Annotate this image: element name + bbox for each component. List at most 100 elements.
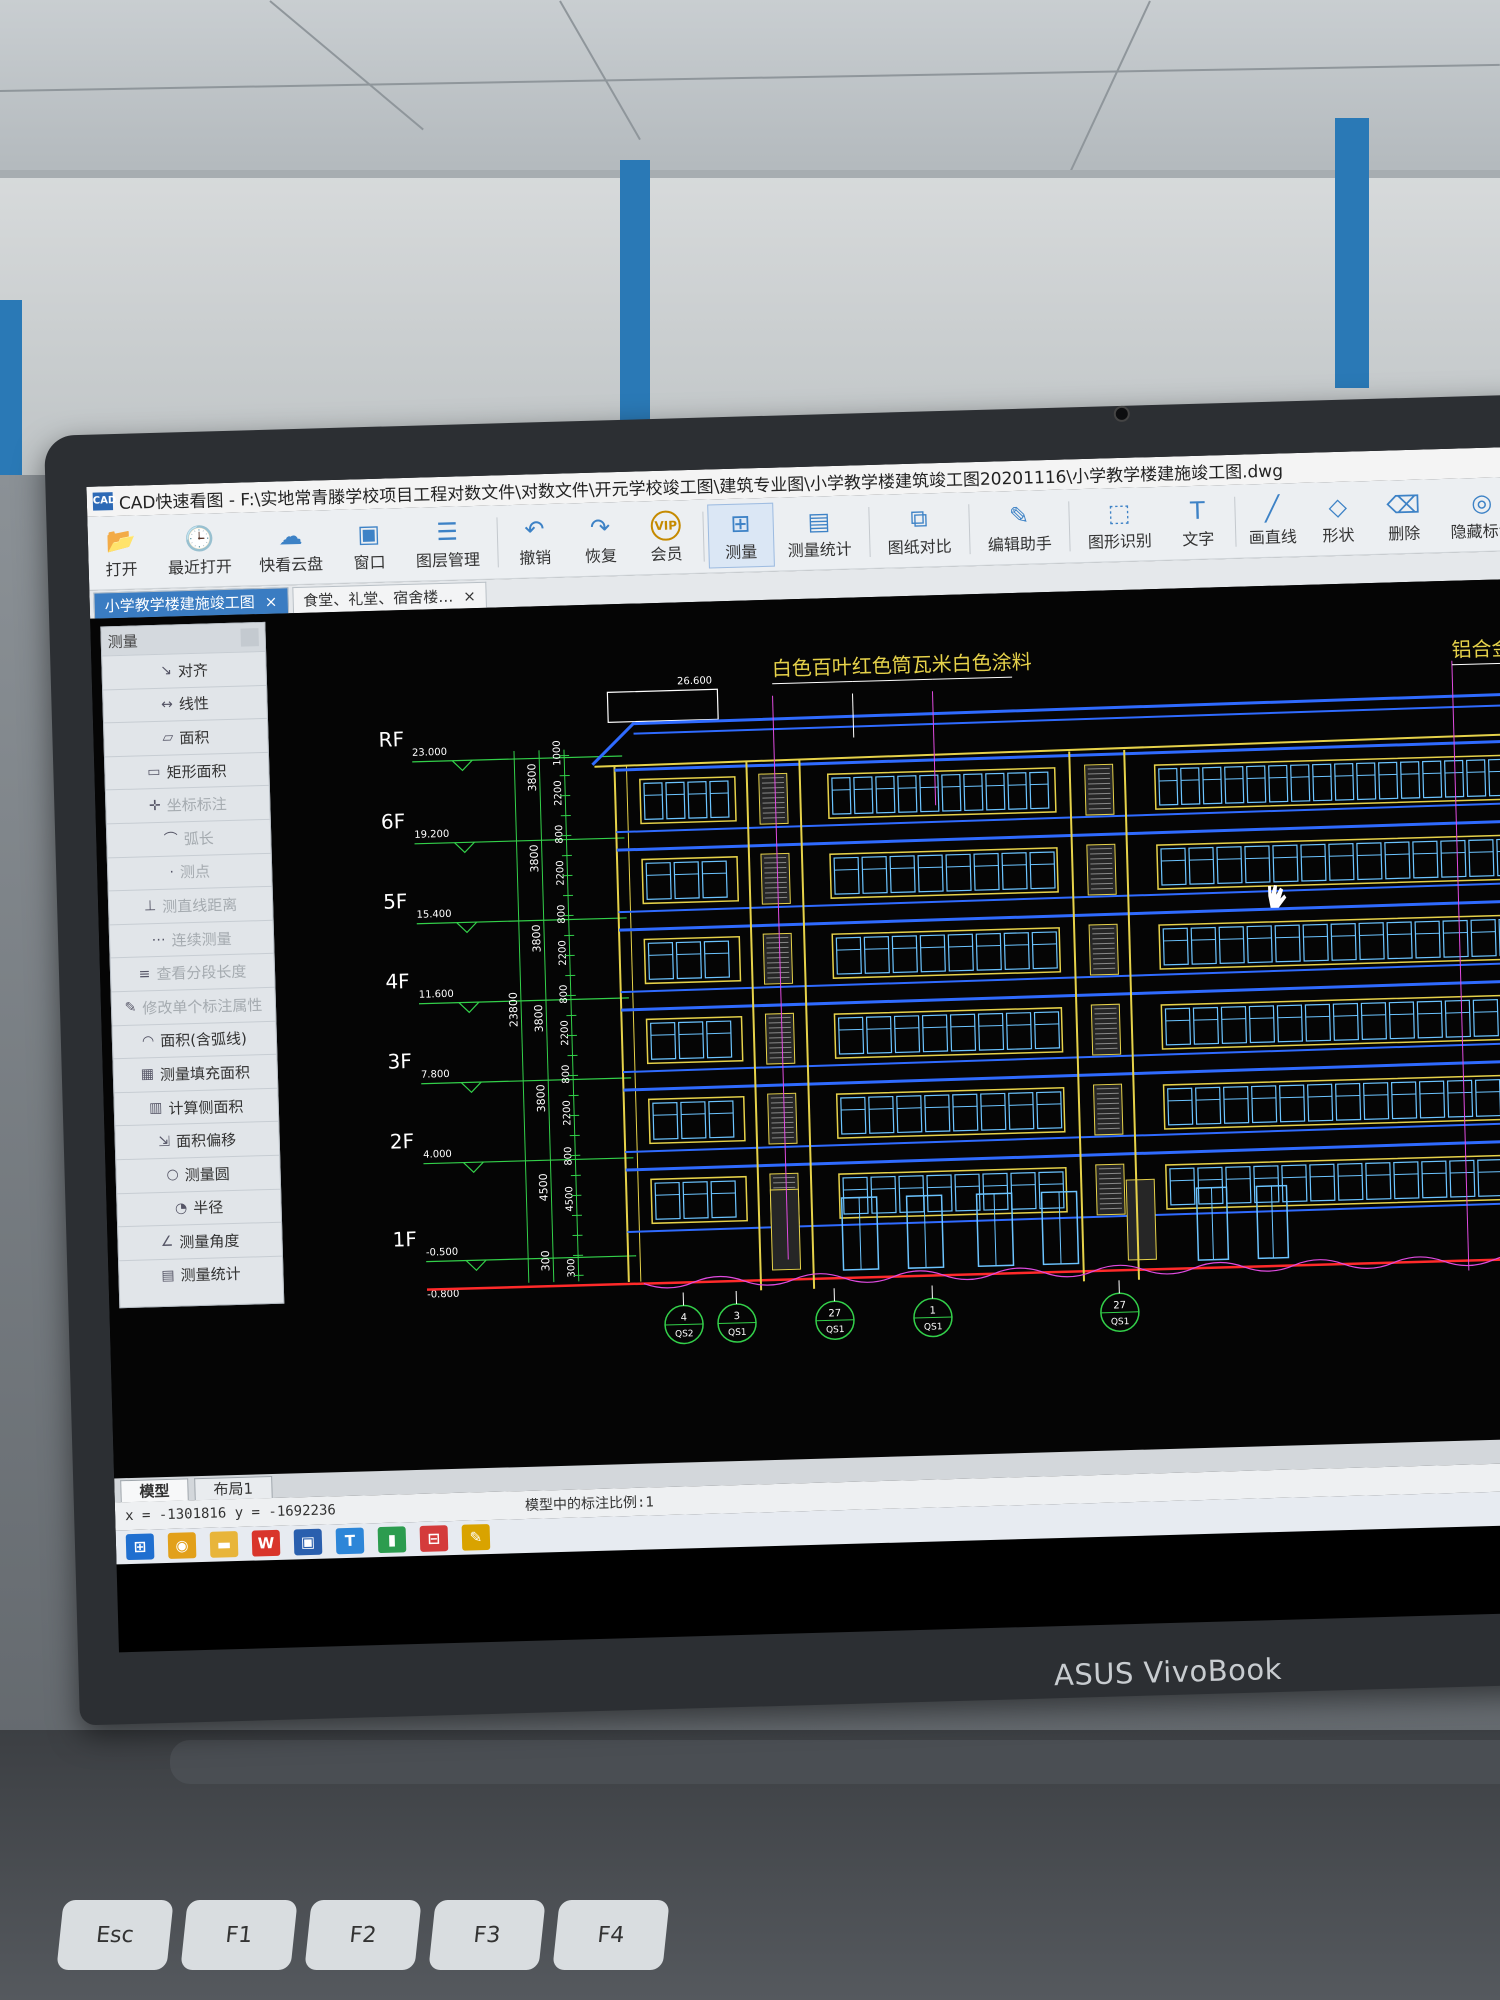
red-app-icon[interactable]: ⊟ <box>419 1525 449 1552</box>
window-mullion <box>1312 775 1332 778</box>
folder-icon[interactable]: ▬ <box>209 1531 239 1558</box>
measure-tool-8[interactable]: ⋯ 连续测量 <box>109 919 274 958</box>
measure-tool-10[interactable]: ✎ 修改单个标注属性 <box>111 986 276 1025</box>
window-mullion <box>655 1194 680 1196</box>
ribbon-button-0[interactable]: 📂 打开 <box>87 519 154 585</box>
notes-app-icon[interactable]: ✎ <box>461 1523 491 1551</box>
tab-model[interactable]: 模型 <box>120 1478 189 1503</box>
window-pane <box>853 776 874 815</box>
window-pane <box>675 941 703 980</box>
measure-tool-7[interactable]: ⊥ 测直线距离 <box>108 885 273 925</box>
window-pane <box>897 775 918 813</box>
wps-icon[interactable]: W <box>251 1529 281 1557</box>
material-callout: 红色筒瓦 <box>851 652 932 678</box>
window-mullion <box>1037 1103 1062 1106</box>
ribbon-button-8[interactable]: ⊞ 测量 <box>706 502 775 568</box>
ribbon-button-2[interactable]: ☁ 快看云盘 <box>244 514 337 581</box>
measure-tool-4[interactable]: ✛ 坐标标注 <box>105 785 270 824</box>
measure-tool-icon: ▥ <box>148 1099 163 1117</box>
ribbon-button-15[interactable]: ◇ 形状 <box>1304 485 1371 551</box>
window-pane <box>1386 921 1413 960</box>
louvre-slat <box>769 1036 792 1039</box>
window-mullion <box>1391 1093 1416 1096</box>
measure-tool-13[interactable]: ▥ 计算侧面积 <box>114 1087 279 1126</box>
measure-tool-15[interactable]: ○ 测量圆 <box>116 1154 281 1193</box>
louvre-slat <box>1097 1122 1120 1125</box>
ribbon-button-13[interactable]: T 文字 <box>1164 489 1231 555</box>
window-mullion <box>1488 770 1500 773</box>
measure-tool-2[interactable]: ▱ 面积 <box>104 718 268 757</box>
window-mullion <box>1422 1172 1447 1175</box>
louvre-slat <box>1094 1027 1117 1030</box>
doc-tab-label: 小学教学楼建施竣工图 <box>104 593 255 616</box>
key-f3: F3 <box>428 1900 546 1970</box>
window-frame <box>831 927 1062 979</box>
axis-code: QS1 <box>826 1325 845 1336</box>
window-mullion <box>942 786 961 788</box>
level-value: 23.000 <box>412 747 447 759</box>
window-mullion <box>1356 774 1375 776</box>
measure-tool-16[interactable]: ◔ 半径 <box>117 1188 282 1227</box>
measure-tool-1[interactable]: ↔ 线性 <box>103 684 267 723</box>
close-icon[interactable]: × <box>264 592 277 610</box>
ribbon-button-11[interactable]: ✎ 编辑助手 <box>973 494 1066 561</box>
louvre <box>1084 763 1115 816</box>
measure-tool-6[interactable]: · 测点 <box>107 852 272 891</box>
window-pane <box>1334 762 1355 801</box>
window-pane <box>842 1176 869 1215</box>
ribbon-button-3[interactable]: ▣ 窗口 <box>335 513 402 579</box>
measure-tool-label: 测点 <box>179 862 211 882</box>
text-app-icon[interactable]: T <box>335 1527 365 1555</box>
measure-tool-11[interactable]: ◠ 面积(含弧线) <box>112 1020 277 1059</box>
ribbon-button-16[interactable]: ⌫ 删除 <box>1370 484 1437 550</box>
green-app-icon[interactable]: ▮ <box>377 1526 407 1554</box>
window-mullion <box>1394 1173 1419 1176</box>
louvre-slat <box>1088 787 1111 790</box>
level-value: 15.400 <box>416 909 451 921</box>
browser-icon[interactable]: ◉ <box>167 1532 197 1559</box>
windows-start-icon[interactable]: ⊞ <box>125 1533 155 1561</box>
measure-tool-9[interactable]: ≡ 查看分段长度 <box>110 953 275 992</box>
inner-dimension: 800 <box>563 1146 575 1165</box>
ribbon-button-9[interactable]: ▤ 测量统计 <box>773 500 866 567</box>
measure-tool-18[interactable]: ▤ 测量统计 <box>119 1255 283 1294</box>
axis-code: QS1 <box>924 1322 943 1333</box>
louvre-slat <box>764 866 787 869</box>
panel-pin-icon[interactable] <box>240 628 259 647</box>
window-pane <box>1465 759 1487 798</box>
louvre-slat <box>1097 1107 1120 1110</box>
window-mullion <box>644 794 663 796</box>
close-icon[interactable]: × <box>463 587 476 605</box>
window-pane <box>861 856 888 894</box>
drawing-canvas[interactable]: RF 23.000 6F 19.200 5F 15.400 4F 11.600 3F 7.800 2… <box>90 578 1500 1479</box>
window-mullion <box>1030 783 1049 786</box>
measure-tool-label: 对齐 <box>177 661 209 681</box>
ribbon-icon-16: ⌫ <box>1385 490 1421 520</box>
ribbon-button-6[interactable]: ↷ 恢复 <box>567 506 634 572</box>
ribbon-button-12[interactable]: ⬚ 图形识别 <box>1073 491 1166 558</box>
ribbon-button-10[interactable]: ⧉ 图纸对比 <box>873 497 966 564</box>
louvre-slat <box>1091 887 1114 890</box>
ribbon-button-7[interactable]: VIP 会员 <box>632 504 699 570</box>
measure-tool-0[interactable]: ↘ 对齐 <box>102 650 267 690</box>
measure-tool-label: 测量圆 <box>184 1164 231 1185</box>
measure-tool-14[interactable]: ⇲ 面积偏移 <box>115 1121 280 1160</box>
measure-tool-3[interactable]: ▭ 矩形面积 <box>104 751 269 790</box>
measure-tool-5[interactable]: ⌒ 弧长 <box>106 818 271 857</box>
measure-tool-icon: ▤ <box>161 1267 175 1285</box>
ribbon-button-4[interactable]: ☰ 图层管理 <box>401 510 494 577</box>
cad-icon[interactable]: ▣ <box>293 1528 323 1556</box>
window-pane <box>1309 1163 1336 1202</box>
ribbon-button-5[interactable]: ↶ 撤销 <box>501 508 568 574</box>
floor-label: 5F <box>383 889 408 914</box>
measure-tool-12[interactable]: ▦ 测量填充面积 <box>113 1053 278 1093</box>
window-pane <box>1001 852 1028 891</box>
tab-layout1[interactable]: 布局1 <box>194 1476 273 1501</box>
ribbon-button-17[interactable]: ◎ 隐藏标注 <box>1436 481 1500 548</box>
ribbon-button-14[interactable]: ╱ 画直线 <box>1239 487 1306 553</box>
window-mullion <box>646 874 671 876</box>
ribbon-button-1[interactable]: 🕒 最近打开 <box>153 517 246 584</box>
louvre <box>760 852 791 905</box>
louvre-slat <box>766 946 789 949</box>
measure-tool-17[interactable]: ∠ 测量角度 <box>118 1221 282 1260</box>
